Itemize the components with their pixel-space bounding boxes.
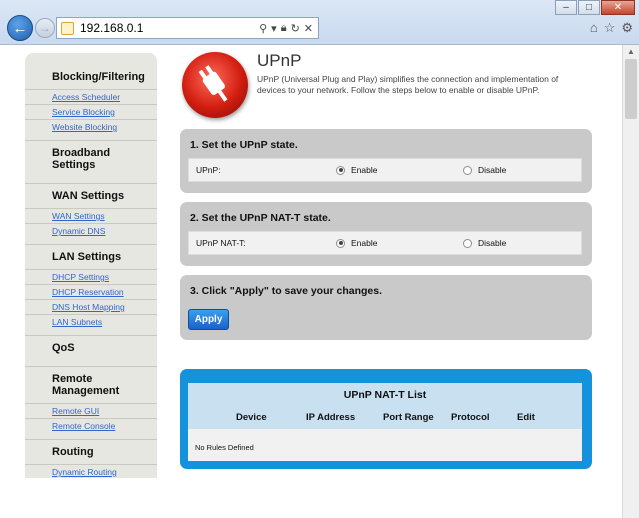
- radio-selected-icon[interactable]: [336, 165, 345, 175]
- apply-button[interactable]: Apply: [188, 309, 229, 330]
- empty-table-message: No Rules Defined: [195, 443, 254, 452]
- browser-toolbar: – □ ✕ ← → 192.168.0.1 ⚲ ▾ 🔒︎ ↻ ✕ ⌂ ☆ ⚙: [0, 0, 639, 45]
- sidebar-link-dhcp-reservation[interactable]: DHCP Reservation: [25, 284, 157, 299]
- radio-selected-icon[interactable]: [336, 238, 345, 248]
- forward-button[interactable]: →: [35, 18, 55, 38]
- panel-title: 1. Set the UPnP state.: [190, 139, 298, 151]
- sidebar-heading: Routing: [52, 446, 94, 458]
- sidebar-group-lan: LAN Settings DHCP Settings DHCP Reservat…: [25, 245, 157, 329]
- sidebar-link-dynamic-dns[interactable]: Dynamic DNS: [25, 223, 157, 238]
- page-icon: [61, 21, 74, 35]
- nat-t-enable-radio[interactable]: Enable: [336, 238, 377, 248]
- upnp-enable-radio[interactable]: Enable: [336, 165, 377, 175]
- column-header-device: Device: [236, 412, 267, 423]
- page-description: UPnP (Universal Plug and Play) simplifie…: [257, 74, 559, 95]
- dropdown-icon[interactable]: ▾: [271, 22, 277, 35]
- minimize-button[interactable]: –: [555, 0, 577, 15]
- sidebar-group-qos: QoS: [25, 336, 157, 360]
- apply-panel: 3. Click "Apply" to save your changes. A…: [180, 275, 592, 340]
- arrow-right-icon: →: [39, 21, 51, 35]
- column-header-edit: Edit: [517, 412, 535, 423]
- radio-unselected-icon[interactable]: [463, 238, 472, 248]
- upnp-nat-t-label: UPnP NAT-T:: [196, 238, 246, 248]
- radio-label: Disable: [478, 165, 507, 175]
- sidebar-link-access-scheduler[interactable]: Access Scheduler: [25, 89, 157, 104]
- page-title: UPnP: [257, 51, 302, 70]
- sidebar-link-dhcp-settings[interactable]: DHCP Settings: [25, 269, 157, 284]
- url-text[interactable]: 192.168.0.1: [80, 21, 259, 35]
- sidebar-group-routing: Routing Dynamic Routing: [25, 440, 157, 478]
- lock-icon[interactable]: 🔒︎: [281, 22, 287, 35]
- sidebar-group-remote: Remote Management Remote GUI Remote Cons…: [25, 367, 157, 433]
- sidebar-link-dns-host-mapping[interactable]: DNS Host Mapping: [25, 299, 157, 314]
- sidebar-link-wan-settings[interactable]: WAN Settings: [25, 208, 157, 223]
- vertical-scrollbar[interactable]: ▲: [622, 45, 639, 518]
- sidebar-link-service-blocking[interactable]: Service Blocking: [25, 104, 157, 119]
- refresh-icon[interactable]: ↻: [291, 22, 300, 35]
- star-icon[interactable]: ☆: [604, 20, 616, 36]
- radio-label: Enable: [351, 165, 378, 175]
- upnp-plug-icon: [182, 52, 248, 118]
- sidebar-heading: Blocking/Filtering: [52, 71, 145, 83]
- sidebar-group-wan: WAN Settings WAN Settings Dynamic DNS: [25, 184, 157, 238]
- sidebar-link-lan-subnets[interactable]: LAN Subnets: [25, 314, 157, 329]
- sidebar-link-dynamic-routing[interactable]: Dynamic Routing: [25, 464, 157, 478]
- sidebar-heading[interactable]: QoS: [25, 336, 157, 360]
- address-tools: ⚲ ▾ 🔒︎ ↻ ✕: [259, 22, 318, 35]
- sidebar-group-blocking: Blocking/Filtering Access Scheduler Serv…: [25, 65, 157, 134]
- sidebar-group-broadband: Broadband Settings: [25, 141, 157, 177]
- address-bar[interactable]: 192.168.0.1 ⚲ ▾ 🔒︎ ↻ ✕: [56, 17, 319, 39]
- maximize-button[interactable]: □: [578, 0, 600, 15]
- nat-t-table: UPnP NAT-T List Device IP Address Port R…: [188, 383, 582, 461]
- stop-icon[interactable]: ✕: [304, 22, 313, 35]
- upnp-disable-radio[interactable]: Disable: [463, 165, 506, 175]
- panel-title: 2. Set the UPnP NAT-T state.: [190, 212, 331, 224]
- sidebar-link-remote-console[interactable]: Remote Console: [25, 418, 157, 433]
- upnp-state-panel: 1. Set the UPnP state. UPnP: Enable Disa…: [180, 129, 592, 193]
- sidebar-heading: WAN Settings: [52, 190, 125, 202]
- table-title: UPnP NAT-T List: [188, 383, 582, 407]
- panel-title: 3. Click "Apply" to save your changes.: [190, 285, 383, 297]
- upnp-nat-t-row: UPnP NAT-T: Enable Disable: [188, 231, 582, 255]
- home-icon[interactable]: ⌂: [590, 20, 598, 36]
- scroll-thumb[interactable]: [625, 59, 637, 119]
- upnp-label: UPnP:: [196, 165, 221, 175]
- sidebar-heading: LAN Settings: [52, 251, 122, 263]
- sidebar-link-website-blocking[interactable]: Website Blocking: [25, 119, 157, 134]
- scroll-up-icon[interactable]: ▲: [623, 45, 639, 59]
- upnp-nat-t-panel: 2. Set the UPnP NAT-T state. UPnP NAT-T:…: [180, 202, 592, 266]
- sidebar: Blocking/Filtering Access Scheduler Serv…: [25, 53, 157, 478]
- sidebar-heading[interactable]: Broadband Settings: [25, 141, 125, 177]
- back-button[interactable]: ←: [7, 15, 33, 41]
- radio-unselected-icon[interactable]: [463, 165, 472, 175]
- window-controls: – □ ✕: [554, 0, 635, 17]
- browser-tools: ⌂ ☆ ⚙: [590, 20, 633, 36]
- table-header-row: Device IP Address Port Range Protocol Ed…: [188, 407, 582, 429]
- upnp-state-row: UPnP: Enable Disable: [188, 158, 582, 182]
- close-window-button[interactable]: ✕: [601, 0, 635, 15]
- radio-label: Disable: [478, 238, 507, 248]
- radio-label: Enable: [351, 238, 378, 248]
- nat-t-disable-radio[interactable]: Disable: [463, 238, 506, 248]
- search-icon[interactable]: ⚲: [259, 22, 267, 35]
- nat-t-list-panel: UPnP NAT-T List Device IP Address Port R…: [180, 369, 592, 469]
- column-header-protocol: Protocol: [451, 412, 490, 423]
- gear-icon[interactable]: ⚙: [621, 20, 633, 36]
- column-header-ip-address: IP Address: [306, 412, 356, 423]
- sidebar-link-remote-gui[interactable]: Remote GUI: [25, 403, 157, 418]
- sidebar-heading: Remote Management: [52, 373, 120, 397]
- arrow-left-icon: ←: [12, 19, 28, 37]
- column-header-port-range: Port Range: [383, 412, 434, 423]
